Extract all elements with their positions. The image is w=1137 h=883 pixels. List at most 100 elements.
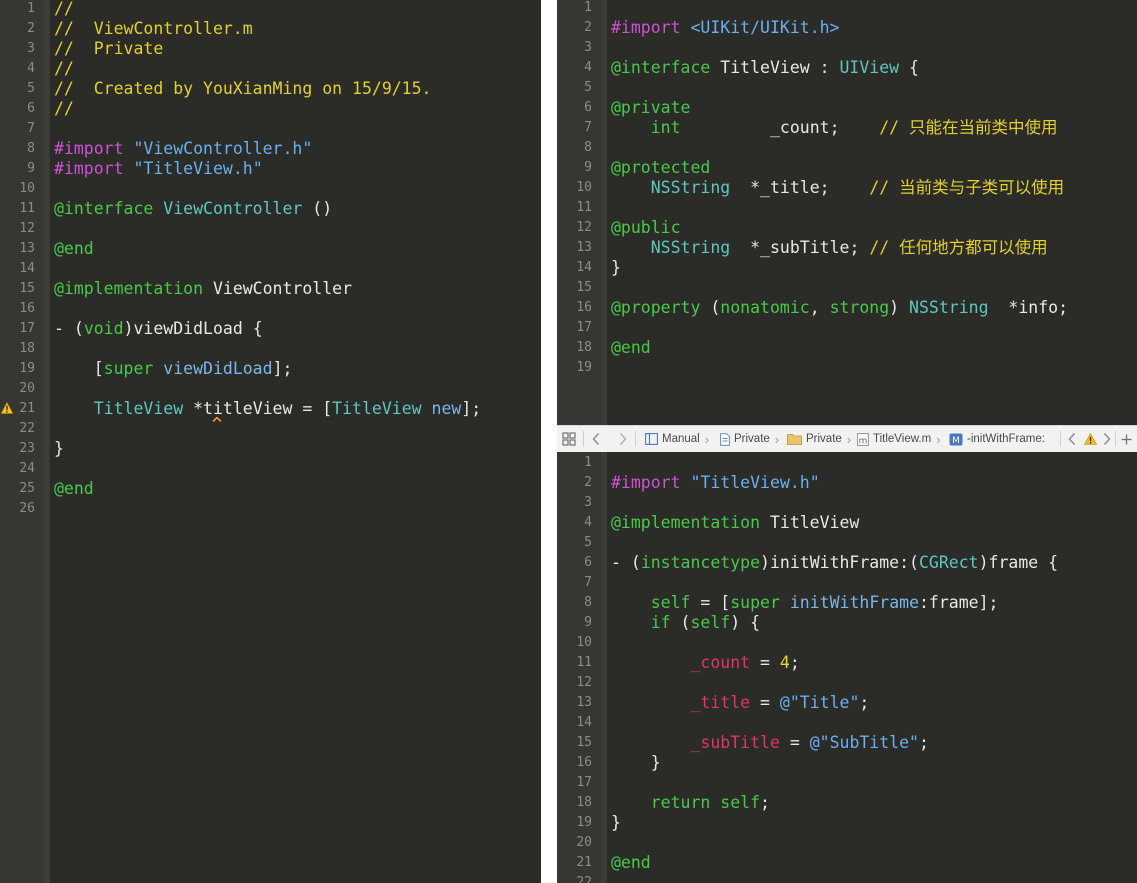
code-line[interactable]: @implementation TitleView xyxy=(611,513,859,533)
line-number: 26 xyxy=(19,501,35,516)
code-token: = xyxy=(750,693,780,712)
code-token: ]; xyxy=(272,359,293,378)
code-line[interactable]: // xyxy=(54,0,74,19)
code-line[interactable]: if (self) { xyxy=(611,613,760,633)
code-token: @"Title" xyxy=(779,693,860,712)
breadcrumb-separator: › xyxy=(774,431,780,447)
code-token: TitleView xyxy=(93,399,184,418)
code-line[interactable]: #import "TitleView.h" xyxy=(54,159,263,179)
code-token: TitleView xyxy=(332,399,422,418)
line-number: 25 xyxy=(19,481,35,496)
code-token: viewDidLoad xyxy=(163,359,273,378)
warning-icon[interactable] xyxy=(1,402,13,414)
code-line[interactable]: // xyxy=(54,99,74,119)
back-button[interactable] xyxy=(592,426,600,452)
jump-bar-item-folder[interactable]: Private › xyxy=(787,426,851,452)
code-token: nonatomic xyxy=(720,298,810,317)
code-line[interactable]: int _count; // 只能在当前类中使用 xyxy=(611,118,1058,138)
line-number: 12 xyxy=(19,221,35,236)
jump-bar: Manual › Private › Private › m TitleView… xyxy=(557,425,1137,453)
code-line[interactable]: @end xyxy=(54,479,94,499)
code-line[interactable]: } xyxy=(54,439,64,459)
code-line[interactable]: // Created by YouXianMing on 15/9/15. xyxy=(54,79,432,99)
related-items-button[interactable] xyxy=(562,426,576,452)
code-line[interactable]: @end xyxy=(611,338,651,358)
next-issue-button[interactable] xyxy=(1103,426,1111,452)
code-line[interactable]: #import "ViewController.h" xyxy=(54,139,312,159)
code-token: // Created by YouXianMing on 15/9/15. xyxy=(54,79,432,98)
line-number: 21 xyxy=(576,855,592,870)
previous-issue-button[interactable] xyxy=(1068,426,1076,452)
left-line-gutter: 1 2 3 4 5 6 7 8 9 10 11 12 13 14 15 16 17 18 19 20 21 22 23 24 2… xyxy=(0,0,45,883)
line-number: 5 xyxy=(584,535,592,550)
code-token: ( xyxy=(700,298,721,317)
line-number: 9 xyxy=(27,161,35,176)
code-token: // ViewController.m xyxy=(54,19,253,38)
line-number: 6 xyxy=(584,100,592,115)
code-line[interactable]: // Private xyxy=(54,39,163,59)
jump-bar-item-method[interactable]: M -initWithFrame: xyxy=(949,426,1045,452)
code-line[interactable]: NSString *_title; // 当前类与子类可以使用 xyxy=(611,178,1064,198)
forward-button[interactable] xyxy=(619,426,627,452)
line-number: 16 xyxy=(19,301,35,316)
code-line[interactable]: [super viewDidLoad]; xyxy=(54,359,293,379)
code-token: #import xyxy=(611,18,681,37)
code-line[interactable]: TitleView *titleView = [TitleView new]; xyxy=(54,399,481,419)
code-line[interactable]: self = [super initWithFrame:frame]; xyxy=(611,593,999,613)
line-number: 2 xyxy=(584,475,592,490)
jump-bar-item-manual[interactable]: Manual › xyxy=(645,426,709,452)
jump-bar-item-file[interactable]: m TitleView.m › xyxy=(857,426,941,452)
code-token: @private xyxy=(611,98,691,117)
add-editor-button[interactable] xyxy=(1121,426,1132,452)
code-line[interactable]: return self; xyxy=(611,793,770,813)
code-line[interactable]: @public xyxy=(611,218,681,238)
chevron-right-icon xyxy=(619,433,627,445)
line-number: 4 xyxy=(584,60,592,75)
issue-warning-button[interactable] xyxy=(1084,426,1097,452)
code-line[interactable]: @implementation ViewController xyxy=(54,279,352,299)
code-line[interactable]: // ViewController.m xyxy=(54,19,253,39)
code-line[interactable]: @property (nonatomic, strong) NSString *… xyxy=(611,298,1068,318)
code-line[interactable]: } xyxy=(611,813,621,833)
code-token: TitleView : xyxy=(710,58,840,77)
right-top-editor[interactable]: 1 2 3 4 5 6 7 8 9 10 11 12 13 14 15 16 17 18 19 #import <U… xyxy=(557,0,1137,425)
code-line[interactable]: _title = @"Title"; xyxy=(611,693,869,713)
left-editor[interactable]: 1 2 3 4 5 6 7 8 9 10 11 12 13 14 15 16 17 18 19 20 21 22 23 24 2… xyxy=(0,0,541,883)
code-line[interactable]: @end xyxy=(54,239,94,259)
svg-text:m: m xyxy=(859,436,868,446)
svg-text:M: M xyxy=(952,436,960,446)
left-change-strip xyxy=(44,0,50,883)
right-bottom-editor[interactable]: 1 2 3 4 5 6 7 8 9 10 11 12 13 14 15 16 17 18 19 20 21 22 #imp… xyxy=(557,452,1137,883)
grid-icon xyxy=(562,432,576,446)
code-token: "TitleView.h" xyxy=(690,473,820,492)
code-line[interactable]: @interface ViewController () xyxy=(54,199,332,219)
line-number: 18 xyxy=(19,341,35,356)
code-line[interactable]: _count = 4; xyxy=(611,653,799,673)
code-line[interactable]: NSString *_subTitle; // 任何地方都可以使用 xyxy=(611,238,1048,258)
code-line[interactable]: @end xyxy=(611,853,651,873)
code-line[interactable]: } xyxy=(611,258,621,278)
line-number: 11 xyxy=(19,201,35,216)
code-line[interactable]: @protected xyxy=(611,158,710,178)
code-line[interactable]: - (instancetype)initWithFrame:(CGRect)fr… xyxy=(611,553,1058,573)
code-line[interactable]: #import "TitleView.h" xyxy=(611,473,820,493)
code-line[interactable]: #import <UIKit/UIKit.h> xyxy=(611,18,840,38)
code-line[interactable]: @private xyxy=(611,98,690,118)
code-token: ) { xyxy=(730,613,761,632)
code-line[interactable]: _subTitle = @"SubTitle"; xyxy=(611,733,928,753)
code-token: // xyxy=(54,59,74,78)
code-line[interactable]: - (void)viewDidLoad { xyxy=(54,319,263,339)
code-line[interactable]: @interface TitleView : UIView { xyxy=(611,58,919,78)
code-line[interactable]: } xyxy=(611,753,661,773)
code-token: // 当前类与子类可以使用 xyxy=(869,178,1065,197)
code-line[interactable]: // xyxy=(54,59,74,79)
code-token: = xyxy=(750,653,780,672)
jump-bar-item-project[interactable]: Private › xyxy=(720,426,779,452)
split-divider[interactable] xyxy=(541,0,557,883)
code-token: @property xyxy=(611,298,701,317)
